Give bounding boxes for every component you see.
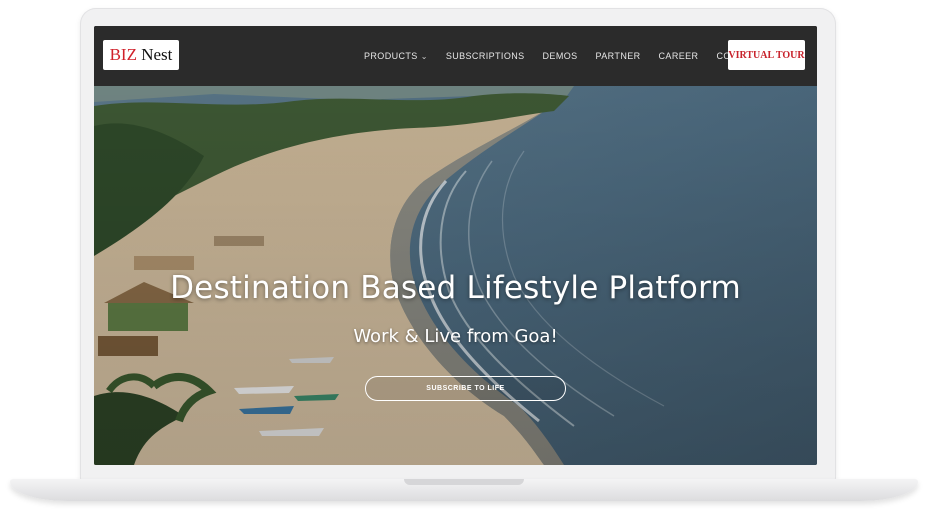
nav-partner[interactable]: PARTNER — [596, 51, 641, 61]
nav-partner-label: PARTNER — [595, 51, 641, 61]
nav-career[interactable]: CAREER — [659, 51, 699, 61]
nav-subscriptions-label: SUBSCRIPTIONS — [445, 51, 525, 61]
nav-demos-label: DEMOS — [542, 51, 578, 61]
laptop-notch — [404, 479, 524, 485]
laptop-screen: BIZ Nest PRODUCTS ⌄ SUBSCRIPTIONS DEMOS … — [94, 26, 817, 465]
hero-section: Destination Based Lifestyle Platform Wor… — [94, 86, 817, 465]
hero-title: Destination Based Lifestyle Platform — [170, 270, 741, 306]
nav-products-label: PRODUCTS — [364, 51, 418, 61]
virtual-tour-button[interactable]: VIRTUAL TOUR — [728, 40, 805, 70]
top-navbar: BIZ Nest PRODUCTS ⌄ SUBSCRIPTIONS DEMOS … — [94, 26, 817, 86]
nav-subscriptions[interactable]: SUBSCRIPTIONS — [446, 51, 525, 61]
nav-products[interactable]: PRODUCTS ⌄ — [364, 51, 428, 61]
nav-career-label: CAREER — [658, 51, 699, 61]
logo-nest: Nest — [136, 45, 173, 64]
main-nav: PRODUCTS ⌄ SUBSCRIPTIONS DEMOS PARTNER C… — [364, 26, 762, 86]
hero-content: Destination Based Lifestyle Platform Wor… — [94, 86, 817, 465]
subscribe-button[interactable]: SUBSCRIBE TO LIFE — [365, 376, 566, 401]
chevron-down-icon: ⌄ — [420, 51, 428, 61]
hero-subtitle: Work & Live from Goa! — [353, 326, 558, 347]
brand-logo[interactable]: BIZ Nest — [103, 40, 179, 70]
logo-biz: BIZ — [109, 45, 137, 64]
nav-demos[interactable]: DEMOS — [543, 51, 578, 61]
